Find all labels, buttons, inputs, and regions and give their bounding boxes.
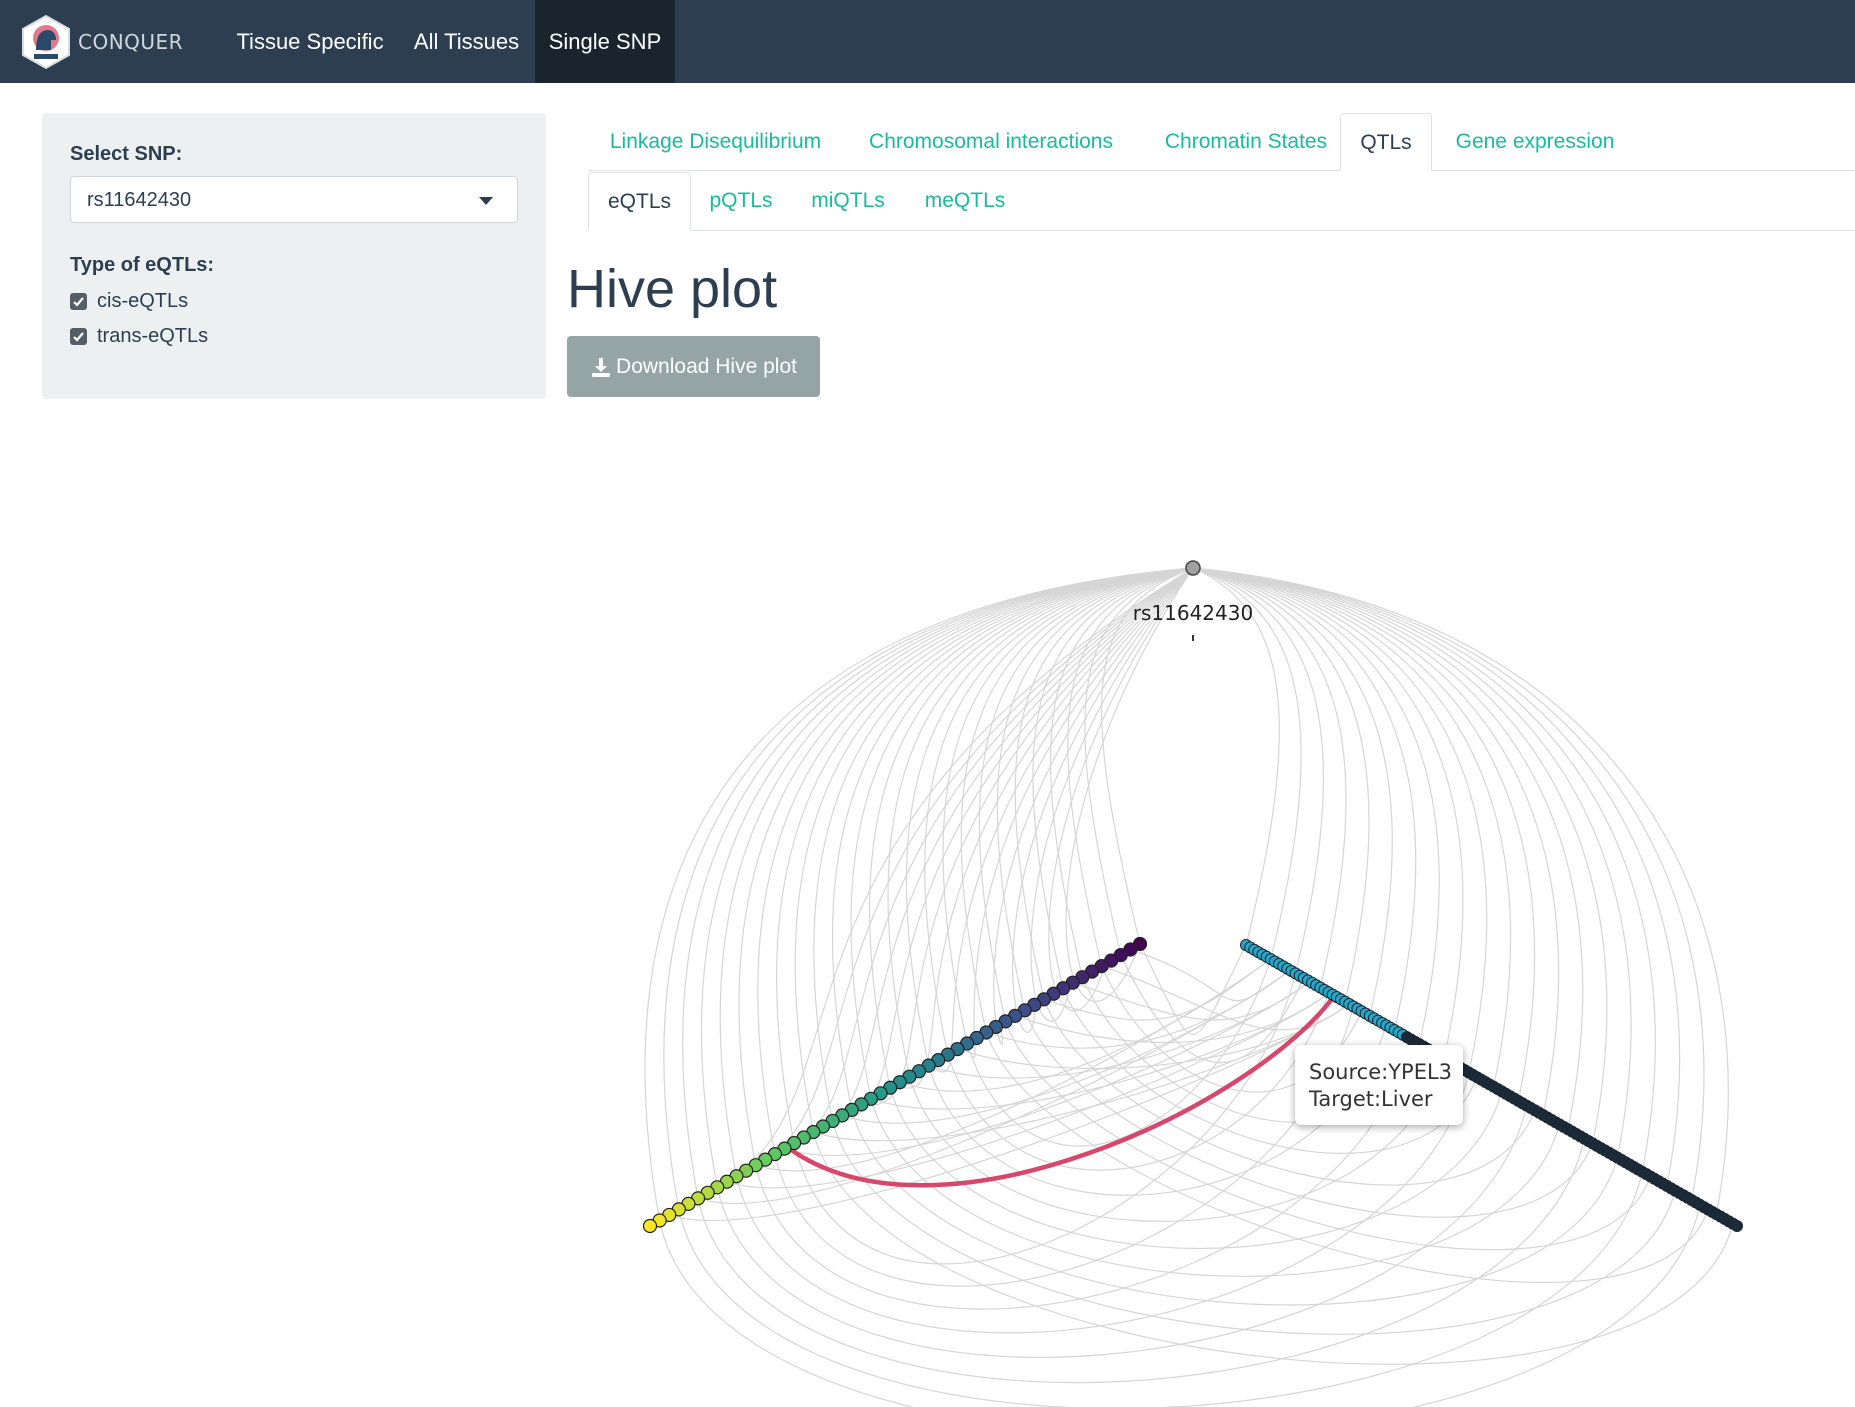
edge-snp-left — [663, 567, 1194, 1210]
edge-snp-left — [700, 567, 1194, 1188]
edge-snp-left — [1084, 567, 1194, 956]
edge-snp-loop — [929, 567, 1194, 1073]
edge-snp-loop — [1065, 567, 1194, 1002]
tooltip-source: Source:YPEL3 — [1309, 1060, 1453, 1084]
edge-snp-left — [794, 567, 1194, 1133]
edge-left-right — [1139, 943, 1247, 1035]
edge-snp-left — [960, 567, 1194, 1033]
edge-left-right — [1120, 954, 1305, 1064]
hive-plot: rs11642430 — [642, 560, 1743, 1407]
edge-snp-right — [1192, 567, 1417, 1031]
tooltip-target: Target:Liver — [1309, 1087, 1433, 1111]
edge-left-right — [697, 1138, 1585, 1384]
snp-node — [1185, 560, 1201, 576]
edge-tooltip: Source:YPEL3 Target:Liver — [1295, 1045, 1463, 1125]
edge-snp-left — [682, 567, 1194, 1199]
snp-node-label: rs11642430 — [1133, 601, 1253, 625]
edge-snp-right — [1192, 567, 1324, 974]
edge-group — [644, 567, 1734, 1407]
edge-left-right-upper — [1072, 981, 1311, 1021]
edge-left-right — [678, 1171, 1643, 1407]
edge-snp-right — [1192, 567, 1370, 1002]
right-axis-node — [1731, 1220, 1743, 1232]
edge-snp-right — [1192, 567, 1302, 960]
edge-snp-loop — [859, 567, 1194, 1107]
left-axis-node — [642, 1218, 658, 1234]
edge-snp-loop — [684, 567, 1194, 1207]
edge-snp-right — [1192, 567, 1440, 1045]
